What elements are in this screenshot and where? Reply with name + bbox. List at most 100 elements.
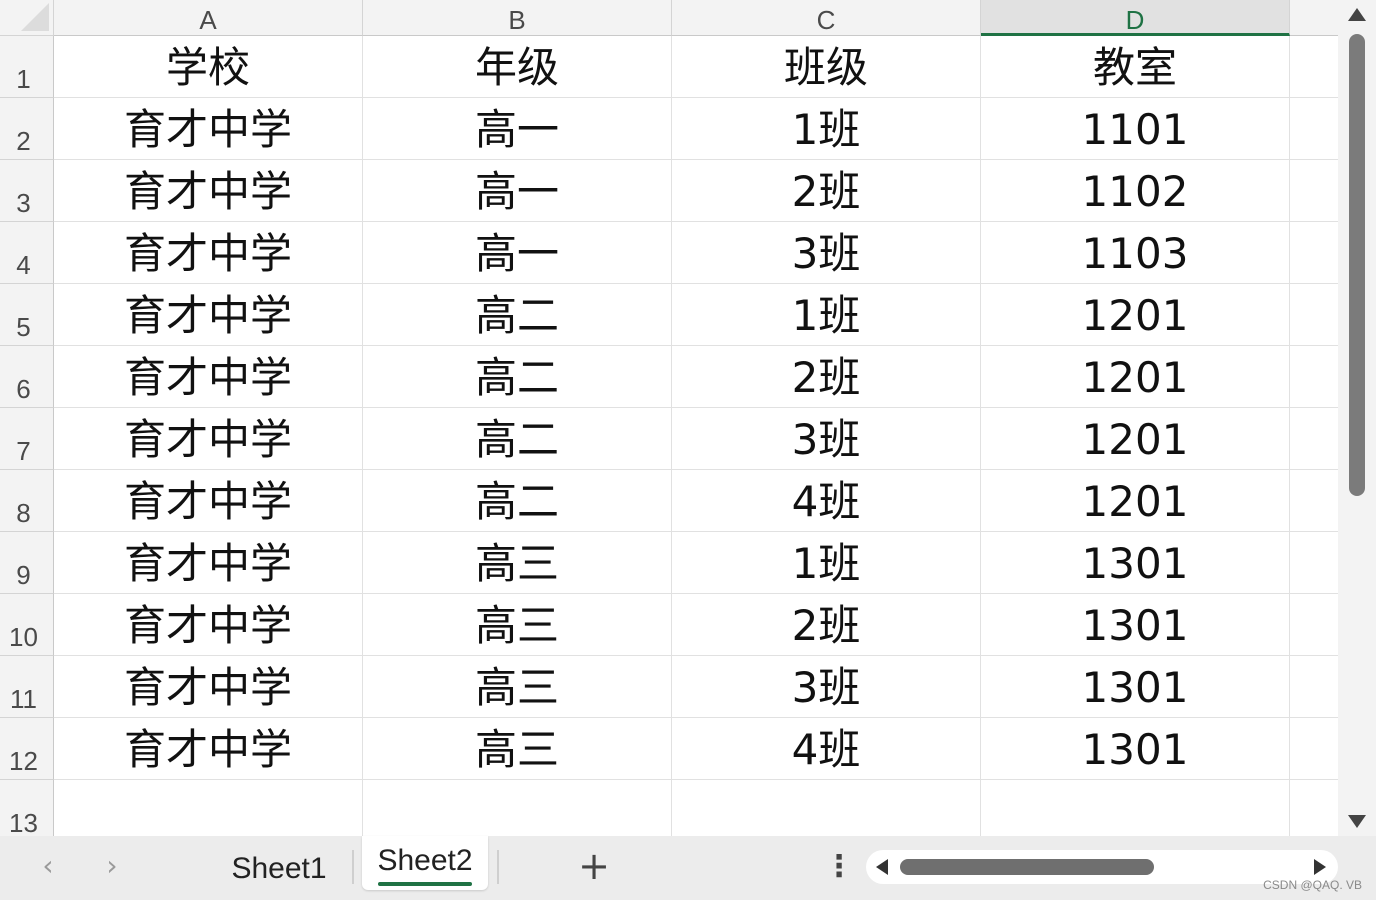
table-cell[interactable]: 育才中学	[54, 470, 363, 532]
table-cell[interactable]: 1201	[981, 346, 1290, 408]
table-cell[interactable]: 学校	[54, 36, 363, 98]
table-cell[interactable]: 育才中学	[54, 532, 363, 594]
add-sheet-button[interactable]: +	[572, 844, 616, 888]
scroll-right-arrow-icon[interactable]	[1314, 859, 1326, 875]
table-cell[interactable]: 3班	[672, 408, 981, 470]
table-cell[interactable]: 2班	[672, 594, 981, 656]
row-header[interactable]: 8	[0, 470, 54, 532]
scroll-down-arrow-icon[interactable]	[1348, 815, 1366, 828]
table-cell[interactable]: 育才中学	[54, 98, 363, 160]
table-cell[interactable]	[1290, 718, 1338, 780]
table-cell[interactable]: 1201	[981, 284, 1290, 346]
table-cell[interactable]: 高二	[363, 470, 672, 532]
table-cell[interactable]	[981, 780, 1290, 836]
row-header[interactable]: 10	[0, 594, 54, 656]
table-cell[interactable]: 1201	[981, 408, 1290, 470]
table-cell[interactable]: 4班	[672, 718, 981, 780]
column-header[interactable]	[1290, 0, 1338, 36]
scroll-up-arrow-icon[interactable]	[1348, 8, 1366, 21]
more-options-icon[interactable]: ⋮	[824, 846, 854, 890]
row-header[interactable]: 4	[0, 222, 54, 284]
select-all-corner[interactable]	[0, 0, 54, 36]
table-cell[interactable]: 高一	[363, 160, 672, 222]
table-cell[interactable]: 高一	[363, 98, 672, 160]
table-cell[interactable]: 1301	[981, 532, 1290, 594]
row-header[interactable]: 7	[0, 408, 54, 470]
table-cell[interactable]: 教室	[981, 36, 1290, 98]
row-header[interactable]: 11	[0, 656, 54, 718]
table-cell[interactable]	[1290, 98, 1338, 160]
row-header[interactable]: 12	[0, 718, 54, 780]
table-cell[interactable]: 年级	[363, 36, 672, 98]
table-cell[interactable]	[1290, 594, 1338, 656]
table-cell[interactable]: 高三	[363, 656, 672, 718]
table-cell[interactable]: 3班	[672, 222, 981, 284]
tab-divider	[352, 850, 354, 884]
row-header[interactable]: 3	[0, 160, 54, 222]
table-cell[interactable]: 育才中学	[54, 656, 363, 718]
table-cell[interactable]: 1201	[981, 470, 1290, 532]
spreadsheet-grid[interactable]: ABCD 1 2 3 4 5 6 7 8 9 10 11 12 13 学校 年级 班级 教室 育才中学 高一 1班 1…	[0, 0, 1338, 836]
table-cell[interactable]: 育才中学	[54, 594, 363, 656]
table-cell[interactable]: 1班	[672, 98, 981, 160]
table-cell[interactable]: 育才中学	[54, 160, 363, 222]
table-cell[interactable]	[1290, 222, 1338, 284]
table-cell[interactable]	[1290, 532, 1338, 594]
table-cell[interactable]: 育才中学	[54, 718, 363, 780]
table-cell[interactable]: 育才中学	[54, 408, 363, 470]
table-cell[interactable]: 1301	[981, 594, 1290, 656]
column-header[interactable]: C	[672, 0, 981, 36]
table-cell[interactable]: 高二	[363, 284, 672, 346]
row-header[interactable]: 13	[0, 780, 54, 836]
table-cell[interactable]: 高三	[363, 594, 672, 656]
column-header[interactable]: D	[981, 0, 1290, 36]
row-header[interactable]: 1	[0, 36, 54, 98]
table-cell[interactable]: 3班	[672, 656, 981, 718]
table-cell[interactable]: 1班	[672, 532, 981, 594]
table-cell[interactable]: 1301	[981, 718, 1290, 780]
table-cell[interactable]: 育才中学	[54, 284, 363, 346]
table-cell[interactable]: 1301	[981, 656, 1290, 718]
vertical-scroll-thumb[interactable]	[1349, 34, 1365, 496]
table-cell[interactable]	[1290, 36, 1338, 98]
table-cell[interactable]: 高三	[363, 718, 672, 780]
table-cell[interactable]	[1290, 780, 1338, 836]
table-cell[interactable]: 班级	[672, 36, 981, 98]
table-cell[interactable]: 2班	[672, 346, 981, 408]
row-header[interactable]: 5	[0, 284, 54, 346]
table-cell[interactable]	[1290, 470, 1338, 532]
column-header[interactable]: B	[363, 0, 672, 36]
table-cell[interactable]	[363, 780, 672, 836]
horizontal-scroll-thumb[interactable]	[900, 859, 1154, 875]
tab-sheet1[interactable]: Sheet1	[220, 836, 338, 900]
scroll-left-arrow-icon[interactable]	[876, 859, 888, 875]
prev-sheet-icon[interactable]: ‹	[28, 846, 68, 886]
table-cell[interactable]: 高二	[363, 408, 672, 470]
table-cell[interactable]: 育才中学	[54, 346, 363, 408]
table-cell[interactable]: 育才中学	[54, 222, 363, 284]
table-cell[interactable]	[672, 780, 981, 836]
table-cell[interactable]: 高三	[363, 532, 672, 594]
table-cell[interactable]: 高一	[363, 222, 672, 284]
table-cell[interactable]: 1102	[981, 160, 1290, 222]
table-cell[interactable]	[1290, 408, 1338, 470]
table-cell[interactable]	[54, 780, 363, 836]
vertical-scrollbar[interactable]	[1338, 0, 1376, 836]
table-cell[interactable]	[1290, 284, 1338, 346]
row-header[interactable]: 2	[0, 98, 54, 160]
table-cell[interactable]: 1101	[981, 98, 1290, 160]
table-cell[interactable]: 1103	[981, 222, 1290, 284]
tab-divider	[497, 850, 499, 884]
table-cell[interactable]: 1班	[672, 284, 981, 346]
table-cell[interactable]	[1290, 656, 1338, 718]
tab-sheet2[interactable]: Sheet2	[362, 836, 488, 890]
table-cell[interactable]	[1290, 160, 1338, 222]
next-sheet-icon[interactable]: ›	[92, 846, 132, 886]
table-cell[interactable]: 2班	[672, 160, 981, 222]
table-cell[interactable]	[1290, 346, 1338, 408]
row-header[interactable]: 6	[0, 346, 54, 408]
column-header[interactable]: A	[54, 0, 363, 36]
row-header[interactable]: 9	[0, 532, 54, 594]
table-cell[interactable]: 4班	[672, 470, 981, 532]
table-cell[interactable]: 高二	[363, 346, 672, 408]
